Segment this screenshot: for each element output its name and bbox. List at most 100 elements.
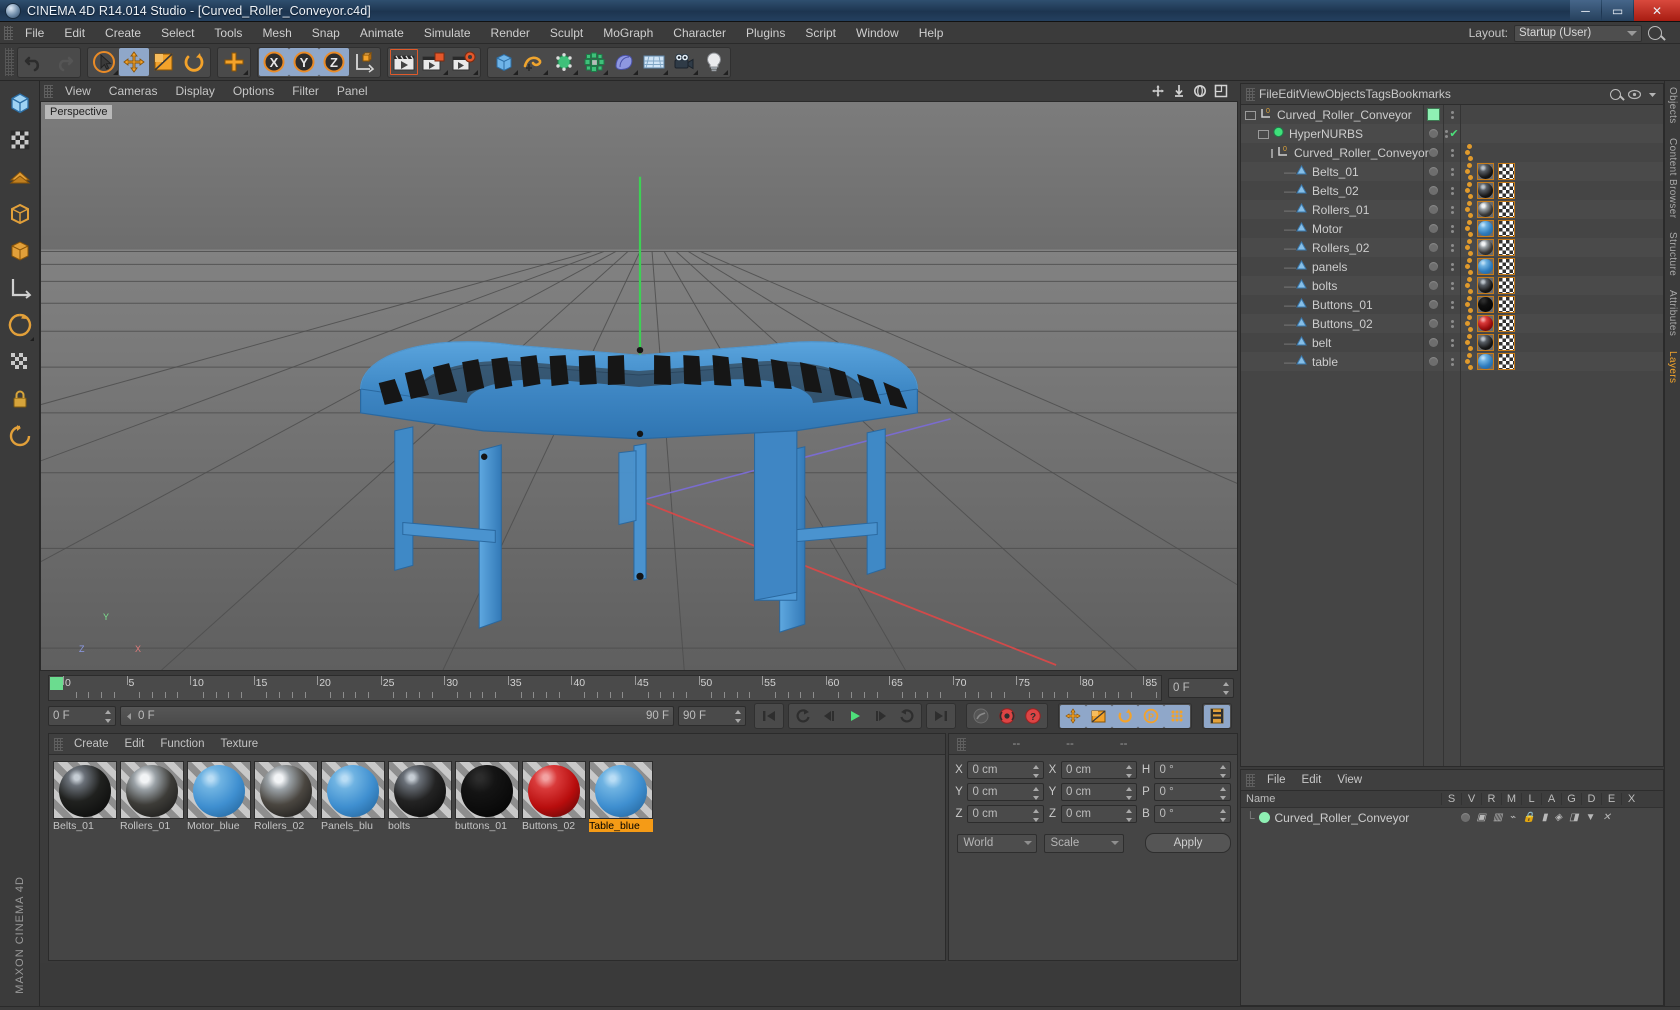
scale-key-icon[interactable] — [1086, 704, 1112, 728]
object-render-cell[interactable] — [1444, 162, 1460, 181]
visibility-dot-icon[interactable] — [1429, 281, 1438, 290]
object-render-cell[interactable] — [1444, 295, 1460, 314]
viewport-menu-filter[interactable]: Filter — [283, 84, 328, 98]
world-object-axis-icon[interactable] — [349, 48, 379, 76]
material-menu-texture[interactable]: Texture — [212, 738, 266, 750]
dolly-view-icon[interactable] — [1172, 84, 1186, 98]
lock-icon[interactable]: 🔒 — [1522, 812, 1534, 823]
stepper-icon[interactable] — [105, 710, 112, 723]
material-preview[interactable] — [120, 761, 184, 819]
cube-primitive-icon[interactable] — [489, 48, 519, 76]
render-dots-icon[interactable] — [1450, 319, 1454, 328]
array-icon[interactable] — [579, 48, 609, 76]
floor-environment-icon[interactable] — [639, 48, 669, 76]
menu-simulate[interactable]: Simulate — [414, 22, 481, 44]
object-visibility-cell[interactable] — [1424, 238, 1443, 257]
render-dots-icon[interactable] — [1450, 262, 1454, 271]
material-tag-icon[interactable] — [1477, 315, 1494, 332]
material-cell[interactable]: buttons_01 — [455, 761, 519, 832]
menu-create[interactable]: Create — [95, 22, 151, 44]
material-cell[interactable]: Panels_blu — [321, 761, 385, 832]
uvw-tag-icon[interactable] — [1498, 315, 1515, 332]
material-tag-icon[interactable] — [1477, 220, 1494, 237]
material-cell[interactable]: Table_blue — [589, 761, 653, 832]
render-dots-icon[interactable] — [1450, 338, 1454, 347]
menu-edit[interactable]: Edit — [54, 22, 95, 44]
layer-menu-file[interactable]: File — [1259, 774, 1294, 786]
coordinate-rotation-field[interactable]: 0 ° — [1154, 805, 1231, 823]
timeline-ruler[interactable]: 051015202530354045505560657075808590 — [48, 675, 1162, 701]
generator-icon[interactable]: ◈ — [1554, 812, 1562, 823]
render-dots-icon[interactable] — [1450, 300, 1454, 309]
render-settings-icon[interactable] — [449, 48, 479, 76]
object-render-cell[interactable] — [1444, 314, 1460, 333]
step-back-keyframe-icon[interactable] — [790, 705, 816, 728]
object-row[interactable]: — belt — [1241, 333, 1423, 352]
search-icon[interactable] — [1610, 88, 1621, 100]
material-preview[interactable] — [53, 761, 117, 819]
material-preview[interactable] — [187, 761, 251, 819]
menu-character[interactable]: Character — [663, 22, 736, 44]
workplane-icon[interactable] — [4, 307, 36, 343]
render-dots-icon[interactable] — [1450, 224, 1454, 233]
edges-mode-icon[interactable] — [4, 196, 36, 232]
go-to-end-icon[interactable] — [928, 705, 954, 728]
object-render-cell[interactable] — [1444, 352, 1460, 371]
plus-cross-icon[interactable] — [219, 48, 249, 76]
minimize-button[interactable]: ─ — [1570, 0, 1601, 21]
material-preview[interactable] — [388, 761, 452, 819]
frame-start-field[interactable]: 0 F — [48, 706, 116, 726]
expression-icon[interactable]: ▼ — [1586, 812, 1596, 823]
rotate-view-icon[interactable] — [1193, 84, 1207, 98]
material-name[interactable]: buttons_01 — [455, 819, 519, 832]
material-name[interactable]: Belts_01 — [53, 819, 117, 832]
object-visibility-cell[interactable] — [1424, 276, 1443, 295]
expand-collapse-icon[interactable] — [1271, 149, 1273, 158]
menu-sculpt[interactable]: Sculpt — [540, 22, 593, 44]
step-forward-keyframe-icon[interactable] — [868, 705, 894, 728]
frame-end-field[interactable]: 90 F — [678, 706, 746, 726]
object-menu-edit[interactable]: Edit — [1278, 87, 1299, 101]
uvw-tag-icon[interactable] — [1498, 296, 1515, 313]
redo-icon[interactable] — [49, 48, 79, 76]
coordinates-grip[interactable] — [957, 737, 967, 751]
polygons-mode-icon[interactable] — [4, 233, 36, 269]
object-row[interactable]: — bolts — [1241, 276, 1423, 295]
stepper-icon[interactable] — [1223, 682, 1230, 695]
object-row[interactable]: — Buttons_01 — [1241, 295, 1423, 314]
keyframe-selection-icon[interactable]: ? — [1020, 705, 1046, 728]
position-key-icon[interactable] — [1060, 704, 1086, 728]
layer-icon[interactable]: ⌁ — [1509, 812, 1515, 823]
material-name[interactable]: Rollers_02 — [254, 819, 318, 832]
material-tag-icon[interactable] — [1477, 296, 1494, 313]
object-visibility-cell[interactable] — [1424, 295, 1443, 314]
menubar-grip[interactable] — [4, 25, 13, 40]
tab-content-browser[interactable]: Content Browser — [1667, 138, 1678, 218]
rotation-key-icon[interactable] — [1112, 704, 1138, 728]
object-visibility-cell[interactable] — [1424, 219, 1443, 238]
toolbar-grip[interactable] — [5, 48, 14, 76]
render-dots-icon[interactable] — [1450, 186, 1454, 195]
material-name[interactable]: Table_blue — [589, 819, 653, 832]
object-panel-grip[interactable] — [1246, 87, 1255, 101]
visibility-dot-icon[interactable] — [1429, 243, 1438, 252]
object-render-cell[interactable] — [1444, 105, 1460, 124]
render-view-icon[interactable] — [389, 48, 419, 76]
object-row[interactable]: HyperNURBS — [1241, 124, 1423, 143]
render-dots-icon[interactable] — [1450, 148, 1454, 157]
deformer-icon[interactable]: ◨ — [1569, 812, 1578, 823]
camera-icon[interactable] — [669, 48, 699, 76]
viewport-menu-panel[interactable]: Panel — [328, 84, 377, 98]
material-tag-icon[interactable] — [1477, 182, 1494, 199]
maximize-button[interactable]: ▭ — [1602, 0, 1633, 21]
visibility-dot-icon[interactable] — [1429, 357, 1438, 366]
uvw-tag-icon[interactable] — [1498, 353, 1515, 370]
scale-icon[interactable] — [149, 48, 179, 76]
visibility-dot-icon[interactable] — [1429, 148, 1438, 157]
material-cell[interactable]: Buttons_02 — [522, 761, 586, 832]
layer-panel-grip[interactable] — [1246, 773, 1255, 787]
viewport-menu-options[interactable]: Options — [224, 84, 283, 98]
render-dots-icon[interactable] — [1450, 243, 1454, 252]
menu-plugins[interactable]: Plugins — [736, 22, 795, 44]
material-cell[interactable]: bolts — [388, 761, 452, 832]
